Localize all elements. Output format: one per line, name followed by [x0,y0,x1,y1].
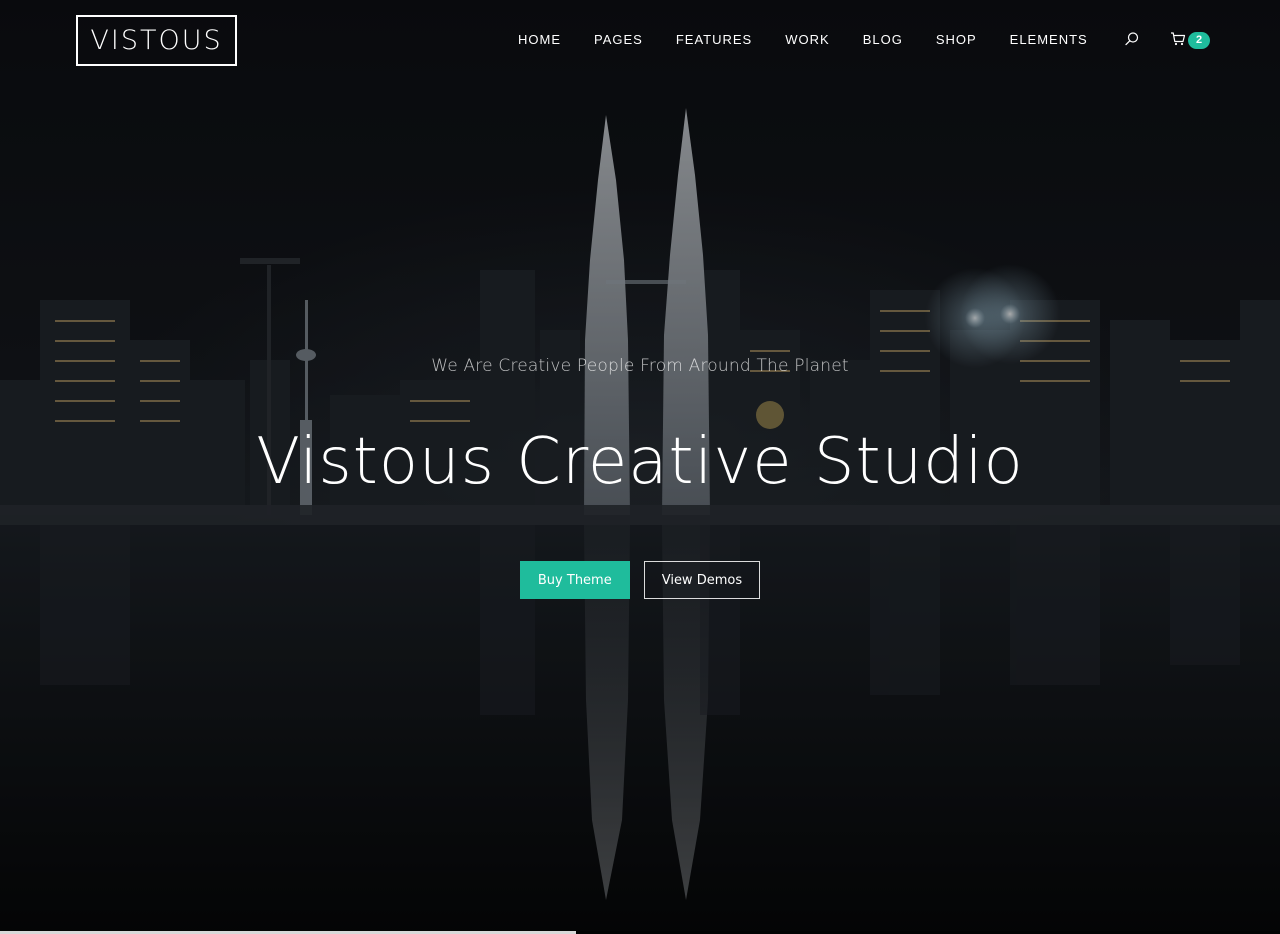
site-header: VISTOUS HOME PAGES FEATURES WORK BLOG SH… [0,0,1280,80]
nav-item-work[interactable]: WORK [785,31,829,49]
search-icon[interactable] [1124,31,1140,47]
main-navigation: HOME PAGES FEATURES WORK BLOG SHOP ELEME… [518,31,1088,49]
hero-title: Vistous Creative Studio [256,425,1024,499]
hero-section: VISTOUS HOME PAGES FEATURES WORK BLOG SH… [0,0,1280,934]
nav-item-features[interactable]: FEATURES [676,31,752,49]
view-demos-button[interactable]: View Demos [643,561,761,599]
site-logo[interactable]: VISTOUS [76,15,237,66]
hero-buttons: Buy Theme View Demos [0,561,1280,599]
hero-tagline: We Are Creative People From Around The P… [431,356,849,376]
cart-icon [1170,31,1186,47]
buy-theme-button[interactable]: Buy Theme [519,561,630,599]
cart-count-badge: 2 [1188,32,1210,49]
nav-item-pages[interactable]: PAGES [594,31,643,49]
nav-item-home[interactable]: HOME [518,31,561,49]
cart-button[interactable]: 2 [1170,30,1212,50]
nav-item-elements[interactable]: ELEMENTS [1010,31,1088,49]
nav-item-blog[interactable]: BLOG [863,31,903,49]
nav-item-shop[interactable]: SHOP [936,31,977,49]
